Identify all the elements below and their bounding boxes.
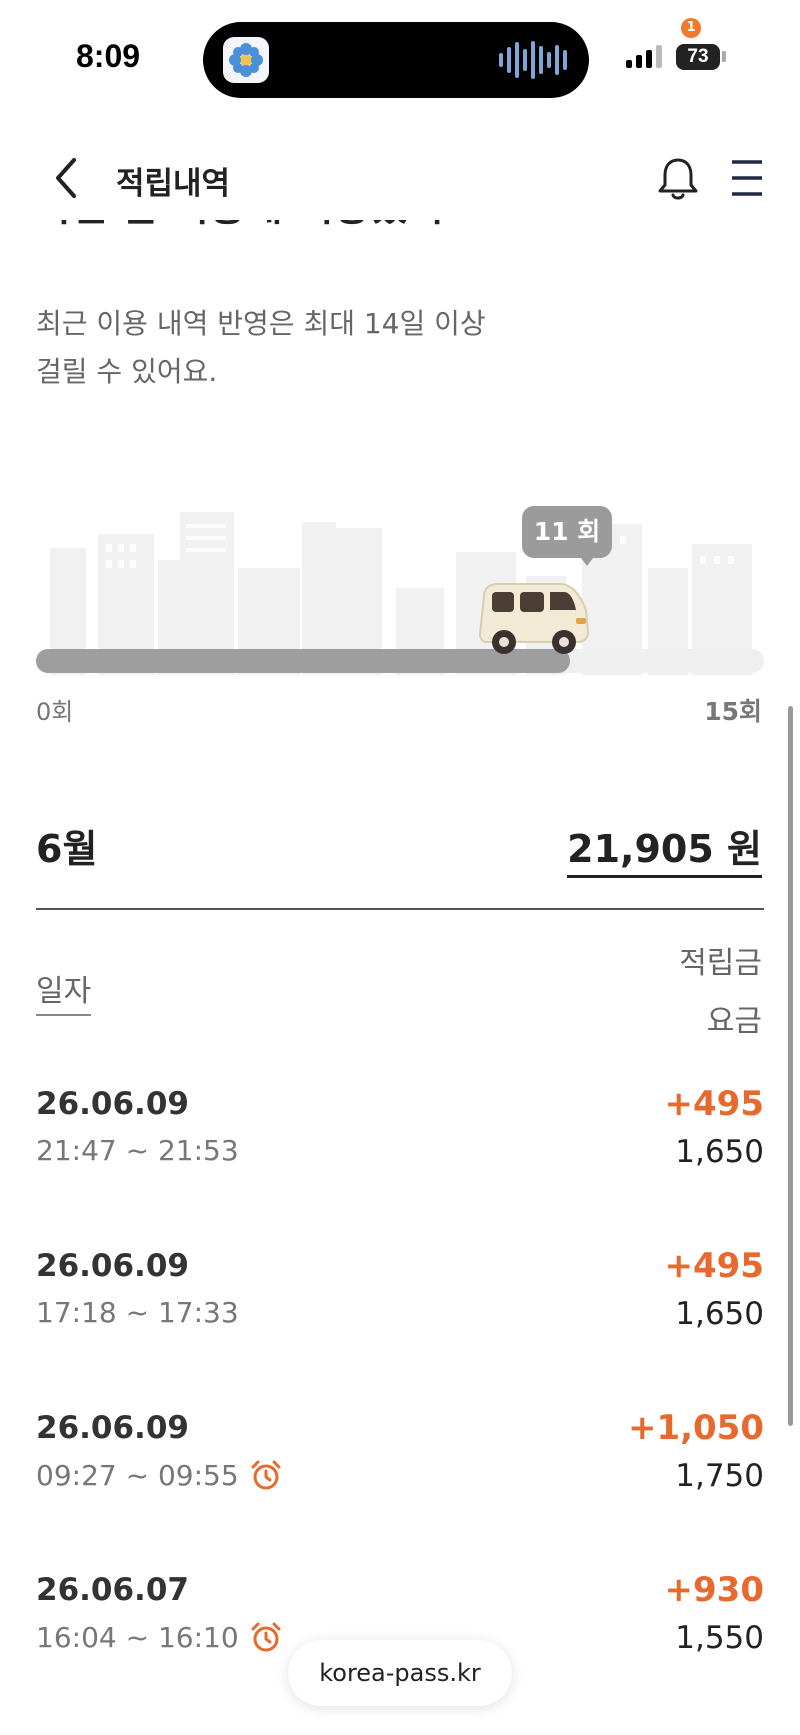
back-arrow-icon[interactable] bbox=[48, 154, 88, 202]
reward-amount: +1,050 bbox=[627, 1408, 764, 1448]
reward-amount: +930 bbox=[664, 1570, 764, 1610]
ride-count-bubble: 11 회 bbox=[522, 506, 612, 558]
dynamic-island bbox=[203, 22, 589, 98]
bell-icon[interactable] bbox=[654, 154, 702, 204]
fare-amount: 1,650 bbox=[675, 1134, 764, 1170]
progress-max-label: 15회 bbox=[704, 697, 762, 726]
progress-track bbox=[36, 649, 764, 673]
bubble-tail bbox=[578, 554, 596, 566]
van-icon bbox=[476, 576, 592, 658]
history-row[interactable]: 26.06.09 17:18 ~ 17:33 +495 1,650 bbox=[36, 1246, 764, 1348]
notification-badge: 1 bbox=[681, 18, 701, 38]
ride-date: 26.06.09 bbox=[36, 1248, 189, 1284]
ride-time-text: 09:27 ~ 09:55 bbox=[36, 1458, 239, 1492]
fare-amount: 1,650 bbox=[675, 1296, 764, 1332]
notice-line-1: 최근 이용 내역 반영은 최대 14일 이상 bbox=[36, 307, 486, 340]
divider bbox=[36, 908, 764, 910]
ride-time-text: 16:04 ~ 16:10 bbox=[36, 1620, 239, 1654]
ride-time: 16:04 ~ 16:10 bbox=[36, 1620, 283, 1654]
month-label: 6월 bbox=[36, 827, 98, 871]
notice-text: 최근 이용 내역 반영은 최대 14일 이상 걸릴 수 있어요. bbox=[36, 300, 556, 396]
reward-amount: +495 bbox=[664, 1084, 764, 1124]
fare-amount: 1,750 bbox=[675, 1458, 764, 1494]
reward-column-header: 적립금 bbox=[679, 946, 762, 981]
signal-icon bbox=[626, 44, 662, 68]
app-icon bbox=[223, 37, 269, 83]
ride-time-text: 17:18 ~ 17:33 bbox=[36, 1296, 239, 1329]
menu-icon[interactable] bbox=[730, 158, 764, 198]
history-row[interactable]: 26.06.09 09:27 ~ 09:55 +1,050 1,750 bbox=[36, 1408, 764, 1510]
fare-amount: 1,550 bbox=[675, 1620, 764, 1656]
ride-time-text: 21:47 ~ 21:53 bbox=[36, 1134, 239, 1167]
audio-wave-icon bbox=[499, 40, 567, 80]
page-title: 적립내역 bbox=[116, 166, 231, 202]
sort-by-date-link[interactable]: 일자 bbox=[36, 966, 92, 1016]
ride-date: 26.06.07 bbox=[36, 1572, 189, 1608]
ride-date: 26.06.09 bbox=[36, 1410, 189, 1446]
top-nav: 적립내역 bbox=[0, 140, 800, 220]
ride-date: 26.06.09 bbox=[36, 1086, 189, 1122]
progress-min-label: 0회 bbox=[36, 698, 74, 726]
battery-icon: 73 bbox=[676, 44, 720, 70]
ride-time: 21:47 ~ 21:53 bbox=[36, 1134, 239, 1167]
ride-time: 09:27 ~ 09:55 bbox=[36, 1458, 283, 1492]
status-time: 8:09 bbox=[76, 38, 141, 74]
fare-column-header: 요금 bbox=[706, 1004, 762, 1039]
notice-line-2: 걸릴 수 있어요. bbox=[36, 355, 218, 388]
ride-time: 17:18 ~ 17:33 bbox=[36, 1296, 239, 1329]
alarm-clock-icon bbox=[251, 1460, 281, 1490]
status-bar: 8:09 73 bbox=[0, 0, 800, 120]
history-row[interactable]: 26.06.09 21:47 ~ 21:53 +495 1,650 bbox=[36, 1084, 764, 1186]
scrollbar[interactable] bbox=[788, 706, 793, 1426]
battery-cap bbox=[722, 51, 726, 62]
reward-amount: +495 bbox=[664, 1246, 764, 1286]
alarm-clock-icon bbox=[251, 1622, 281, 1652]
url-bar[interactable]: korea-pass.kr bbox=[288, 1640, 512, 1706]
month-total[interactable]: 21,905 원 bbox=[567, 818, 762, 878]
